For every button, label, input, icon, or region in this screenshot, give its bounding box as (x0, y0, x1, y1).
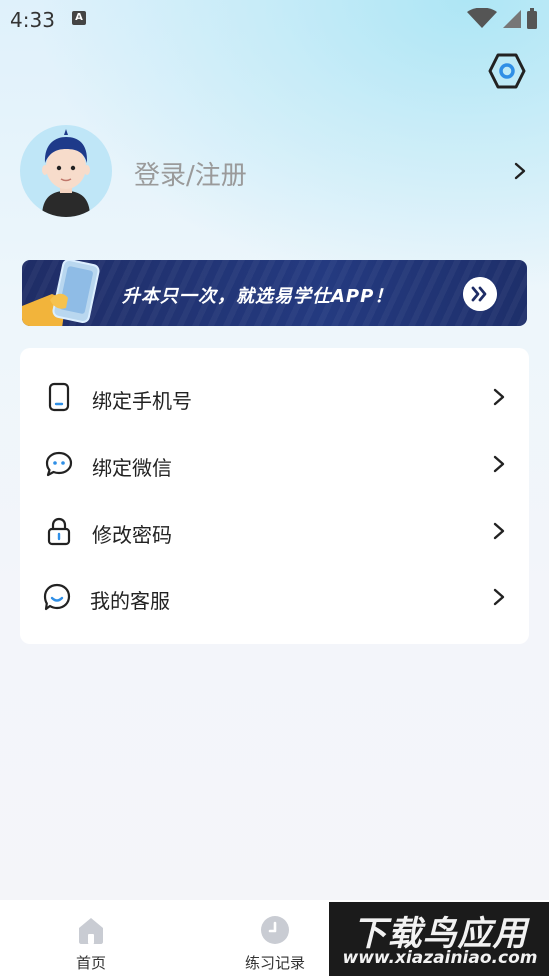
status-bar: 4:33 A (0, 0, 549, 40)
menu-item-label: 绑定微信 (92, 456, 172, 480)
menu-item-change-password[interactable]: 修改密码 (20, 498, 529, 564)
chevron-right-icon (514, 162, 526, 180)
double-chevron-right-icon[interactable] (463, 277, 497, 311)
tab-label: 练习记录 (244, 954, 305, 972)
customer-service-icon (43, 583, 71, 611)
status-icons (467, 8, 537, 29)
clock-icon (261, 916, 289, 944)
status-time: 4:33 (10, 8, 55, 32)
profile-login-row[interactable]: 登录/注册 (20, 125, 530, 220)
menu-item-label: 修改密码 (92, 523, 172, 547)
avatar (20, 125, 112, 217)
signal-icon (503, 10, 521, 28)
chevron-right-icon (493, 455, 505, 473)
chevron-right-icon (493, 588, 505, 606)
banner-text: 升本只一次，就选易学仕APP！ (122, 286, 394, 307)
watermark: 下载鸟应用 www.xiazainiao.com (329, 902, 549, 976)
menu-item-label: 我的客服 (90, 589, 170, 613)
menu-item-bind-phone[interactable]: 绑定手机号 (20, 364, 529, 430)
chevron-right-icon (493, 522, 505, 540)
menu-item-bind-wechat[interactable]: 绑定微信 (20, 431, 529, 497)
chevron-right-icon (493, 388, 505, 406)
settings-hexagon-icon (488, 53, 526, 89)
home-icon (79, 918, 103, 944)
menu-item-customer-service[interactable]: 我的客服 (20, 564, 529, 630)
menu-item-label: 绑定手机号 (92, 389, 192, 413)
user-avatar-icon (42, 129, 90, 217)
tab-practice-records[interactable]: 练习记录 (200, 900, 350, 976)
hand-phone-icon (22, 260, 100, 326)
promo-banner[interactable]: 升本只一次，就选易学仕APP！ (22, 260, 527, 326)
lock-icon (47, 517, 71, 546)
login-register-link[interactable]: 登录/注册 (134, 155, 247, 192)
tab-home[interactable]: 首页 (16, 900, 166, 976)
settings-menu-card: 绑定手机号 绑定微信 修改密码 我的客服 (20, 348, 529, 644)
chat-bubble-icon (45, 451, 73, 477)
notification-badge: A (72, 11, 86, 25)
settings-button[interactable] (488, 52, 526, 90)
phone-icon (48, 382, 70, 412)
battery-icon (527, 11, 537, 29)
tab-label: 首页 (75, 954, 106, 972)
wifi-icon (467, 8, 497, 28)
watermark-url: www.xiazainiao.com (342, 948, 538, 968)
